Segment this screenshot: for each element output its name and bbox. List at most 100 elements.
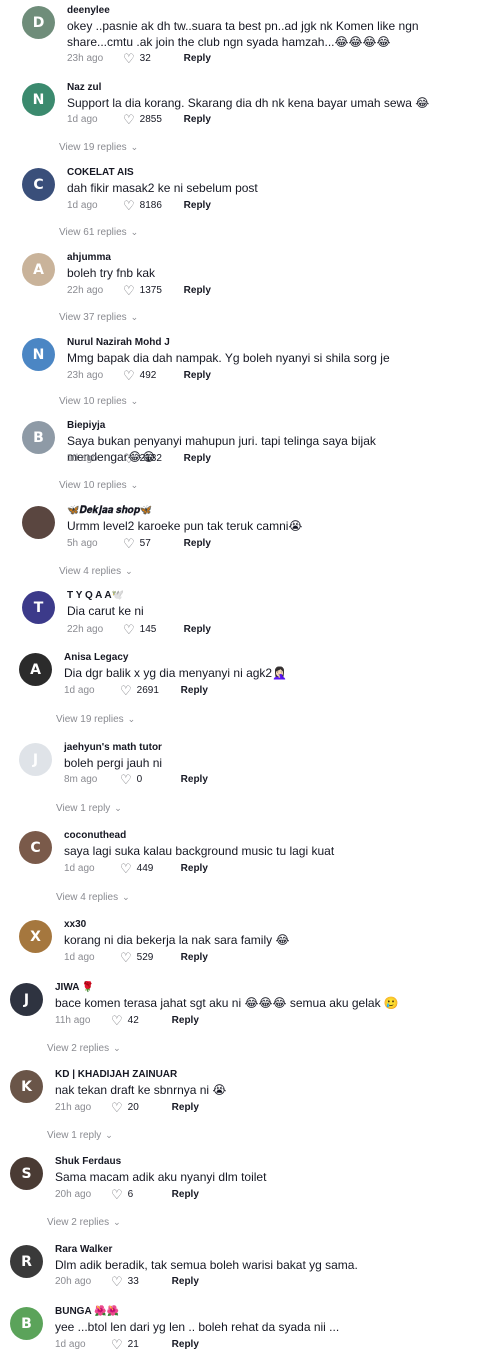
username[interactable]: 🦋𝑫𝒆𝒌𝒋𝒂𝒂 𝒔𝒉𝒐𝒑🦋 (67, 505, 152, 516)
reply-button[interactable]: Reply (184, 538, 211, 549)
reply-button[interactable]: Reply (172, 1339, 199, 1350)
reply-button[interactable]: Reply (172, 1102, 199, 1113)
reply-button[interactable]: Reply (172, 1276, 199, 1287)
heart-icon[interactable]: ♡ (120, 862, 132, 875)
view-replies-button[interactable]: View 2 replies ⌄ (47, 1043, 121, 1054)
timestamp: 1d ago (64, 685, 95, 696)
comment-meta: 1d ago ♡ 529 Reply (64, 951, 208, 964)
heart-icon[interactable]: ♡ (111, 1275, 123, 1288)
username[interactable]: Shuk Ferdaus (55, 1156, 121, 1167)
heart-icon[interactable]: ♡ (120, 951, 132, 964)
avatar[interactable]: C (22, 168, 55, 201)
avatar[interactable]: B (22, 421, 55, 454)
username[interactable]: Biepiyja (67, 420, 105, 431)
view-replies-button[interactable]: View 10 replies ⌄ (59, 480, 138, 491)
heart-icon[interactable]: ♡ (123, 284, 135, 297)
comment-meta: 23h ago ♡ 32 Reply (67, 52, 211, 65)
heart-icon[interactable]: ♡ (111, 1188, 123, 1201)
timestamp: 23h ago (67, 370, 104, 381)
avatar[interactable]: X (19, 920, 52, 953)
reply-button[interactable]: Reply (181, 685, 208, 696)
like-count: 21 (127, 1339, 139, 1350)
reply-button[interactable]: Reply (181, 952, 208, 963)
chevron-down-icon: ⌄ (114, 803, 122, 813)
avatar[interactable]: A (19, 653, 52, 686)
heart-icon[interactable]: ♡ (120, 773, 132, 786)
avatar[interactable] (22, 506, 55, 539)
reply-button[interactable]: Reply (172, 1015, 199, 1026)
avatar[interactable]: R (10, 1245, 43, 1278)
view-replies-button[interactable]: View 2 replies ⌄ (47, 1217, 121, 1228)
comment-text: Sama macam adik aku nyanyi dlm toilet (55, 1170, 267, 1184)
view-replies-button[interactable]: View 1 reply ⌄ (56, 803, 122, 814)
username[interactable]: COKELAT AIS (67, 167, 134, 178)
avatar[interactable]: N (22, 338, 55, 371)
heart-icon[interactable]: ♡ (123, 113, 135, 126)
heart-icon[interactable]: ♡ (111, 1338, 123, 1351)
chevron-down-icon: ⌄ (130, 227, 139, 237)
reply-button[interactable]: Reply (184, 53, 211, 64)
comment-text: bace komen terasa jahat sgt aku ni 😂😂😂 s… (55, 996, 399, 1010)
avatar-initial: R (21, 1253, 32, 1270)
reply-button[interactable]: Reply (184, 200, 211, 211)
reply-button[interactable]: Reply (184, 114, 211, 125)
avatar[interactable]: T (22, 591, 55, 624)
view-replies-button[interactable]: View 61 replies ⌄ (59, 227, 138, 238)
view-replies-label: View 1 reply (56, 803, 111, 814)
username[interactable]: xx30 (64, 919, 86, 930)
username[interactable]: Rara Walker (55, 1244, 112, 1255)
username[interactable]: BUNGA 🌺🌺 (55, 1306, 119, 1317)
view-replies-label: View 61 replies (59, 227, 127, 238)
comment-text: boleh pergi jauh ni (64, 756, 163, 770)
heart-icon[interactable]: ♡ (123, 623, 135, 636)
reply-button[interactable]: Reply (184, 453, 211, 464)
timestamp: 5h ago (67, 538, 98, 549)
avatar-initial: K (21, 1078, 32, 1095)
avatar[interactable]: N (22, 83, 55, 116)
username[interactable]: Naz zul (67, 82, 101, 93)
heart-icon[interactable]: ♡ (111, 1014, 123, 1027)
heart-icon[interactable]: ♡ (123, 369, 135, 382)
view-replies-button[interactable]: View 19 replies ⌄ (56, 714, 135, 725)
heart-icon[interactable]: ♡ (120, 684, 132, 697)
heart-icon[interactable]: ♡ (123, 199, 135, 212)
reply-button[interactable]: Reply (184, 285, 211, 296)
view-replies-button[interactable]: View 37 replies ⌄ (59, 312, 138, 323)
username[interactable]: JIWA 🌹 (55, 982, 94, 993)
username[interactable]: coconuthead (64, 830, 126, 841)
reply-button[interactable]: Reply (181, 863, 208, 874)
username[interactable]: ahjumma (67, 252, 111, 263)
heart-icon[interactable]: ♡ (123, 52, 135, 65)
heart-icon[interactable]: ♡ (123, 537, 135, 550)
avatar-initial: T (33, 599, 44, 616)
username[interactable]: deenylee (67, 5, 110, 16)
view-replies-label: View 4 replies (56, 892, 119, 903)
username[interactable]: KD | KHADIJAH ZAINUAR (55, 1069, 177, 1080)
avatar[interactable]: C (19, 831, 52, 864)
avatar-initial: A (30, 661, 41, 678)
avatar[interactable]: J (10, 983, 43, 1016)
avatar[interactable]: A (22, 253, 55, 286)
avatar[interactable]: B (10, 1307, 43, 1340)
view-replies-button[interactable]: View 10 replies ⌄ (59, 396, 138, 407)
reply-button[interactable]: Reply (181, 774, 208, 785)
chevron-down-icon: ⌄ (130, 312, 139, 322)
view-replies-button[interactable]: View 4 replies ⌄ (56, 892, 130, 903)
avatar[interactable]: S (10, 1157, 43, 1190)
username[interactable]: T Y Q A A🕊️ (67, 590, 124, 601)
comment-meta: 21h ago ♡ 20 Reply (55, 1101, 199, 1114)
heart-icon[interactable]: ♡ (123, 452, 135, 465)
view-replies-button[interactable]: View 4 replies ⌄ (59, 566, 133, 577)
view-replies-button[interactable]: View 1 reply ⌄ (47, 1130, 113, 1141)
view-replies-button[interactable]: View 19 replies ⌄ (59, 142, 138, 153)
username[interactable]: jaehyun's math tutor (64, 742, 162, 753)
reply-button[interactable]: Reply (184, 370, 211, 381)
avatar[interactable]: D (22, 6, 55, 39)
reply-button[interactable]: Reply (184, 624, 211, 635)
username[interactable]: Nurul Nazirah Mohd J (67, 337, 170, 348)
avatar[interactable]: K (10, 1070, 43, 1103)
username[interactable]: Anisa Legacy (64, 652, 128, 663)
heart-icon[interactable]: ♡ (111, 1101, 123, 1114)
reply-button[interactable]: Reply (172, 1189, 199, 1200)
avatar[interactable]: J (19, 743, 52, 776)
